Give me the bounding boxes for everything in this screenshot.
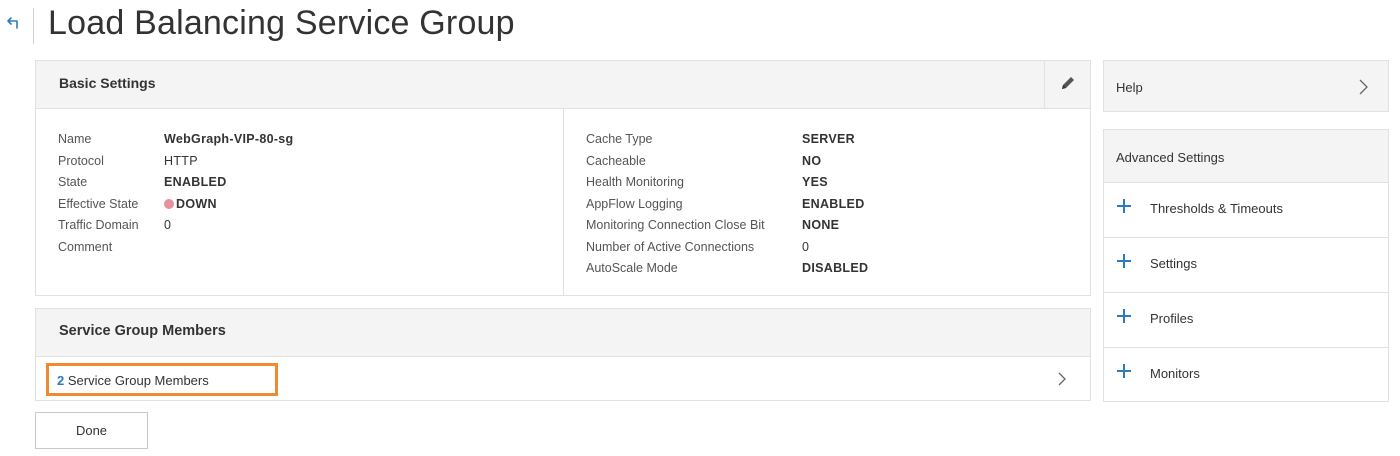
setting-key: Traffic Domain — [58, 218, 139, 232]
setting-row-traffic-domain: Traffic Domain 0 — [58, 215, 294, 237]
advanced-item-thresholds-timeouts[interactable]: Thresholds & Timeouts — [1104, 183, 1388, 238]
setting-row-active-connections: Number of Active Connections 0 — [586, 237, 868, 259]
advanced-item-label: Settings — [1150, 256, 1197, 271]
page-title: Load Balancing Service Group — [48, 4, 515, 42]
setting-value: 0 — [164, 218, 172, 232]
pencil-icon — [1059, 74, 1077, 97]
setting-row-comment: Comment — [58, 237, 294, 259]
plus-icon — [1117, 254, 1131, 268]
members-count: 2 — [57, 373, 65, 388]
setting-row-cache-type: Cache Type SERVER — [586, 129, 868, 151]
service-group-members-title: Service Group Members — [59, 323, 226, 339]
service-group-members-link[interactable]: 2 Service Group Members — [46, 363, 278, 396]
setting-value: NO — [802, 153, 822, 168]
setting-value: WebGraph-VIP-80-sg — [164, 132, 294, 146]
status-down-icon — [164, 198, 174, 209]
help-panel[interactable]: Help — [1103, 60, 1389, 112]
advanced-item-settings[interactable]: Settings — [1104, 238, 1388, 293]
setting-key: Cacheable — [586, 153, 646, 168]
setting-value: YES — [802, 175, 828, 189]
setting-row-name: Name WebGraph-VIP-80-sg — [58, 129, 294, 151]
advanced-settings-title: Advanced Settings — [1116, 150, 1225, 165]
setting-value: HTTP — [164, 153, 198, 168]
setting-value: DISABLED — [802, 261, 869, 275]
basic-settings-left-column: Name WebGraph-VIP-80-sg Protocol HTTP St… — [58, 129, 294, 258]
setting-value: ENABLED — [164, 175, 227, 189]
setting-row-state: State ENABLED — [58, 172, 294, 194]
advanced-item-label: Monitors — [1150, 366, 1200, 381]
advanced-item-label: Thresholds & Timeouts — [1150, 201, 1283, 216]
column-divider — [563, 109, 564, 296]
basic-settings-right-column: Cache Type SERVER Cacheable NO Health Mo… — [586, 129, 868, 280]
setting-key: AutoScale Mode — [586, 261, 678, 275]
setting-row-effective-state: Effective State DOWN — [58, 194, 294, 216]
setting-row-protocol: Protocol HTTP — [58, 151, 294, 173]
advanced-item-label: Profiles — [1150, 311, 1194, 326]
plus-icon — [1117, 199, 1131, 213]
setting-row-autoscale-mode: AutoScale Mode DISABLED — [586, 258, 868, 280]
page-header: Load Balancing Service Group — [0, 0, 1400, 50]
setting-key: Effective State — [58, 196, 139, 211]
header-divider — [33, 8, 34, 44]
plus-icon — [1117, 309, 1131, 323]
help-title: Help — [1116, 80, 1143, 95]
setting-key: Protocol — [58, 153, 104, 168]
setting-key: Name — [58, 132, 92, 146]
setting-value: SERVER — [802, 132, 855, 146]
setting-key: Monitoring Connection Close Bit — [586, 218, 765, 232]
service-group-members-header: Service Group Members — [36, 309, 1090, 357]
chevron-right-icon[interactable] — [1356, 76, 1372, 98]
chevron-right-icon[interactable] — [1052, 369, 1072, 389]
advanced-item-profiles[interactable]: Profiles — [1104, 293, 1388, 348]
advanced-settings-panel: Advanced Settings Thresholds & Timeouts … — [1103, 129, 1389, 402]
setting-key: Number of Active Connections — [586, 239, 755, 254]
basic-settings-title: Basic Settings — [59, 75, 156, 91]
back-arrow-icon[interactable] — [6, 16, 22, 36]
effective-state-value: DOWN — [176, 196, 217, 211]
setting-value: 0 — [802, 239, 810, 254]
setting-value-with-status: DOWN — [164, 194, 217, 216]
setting-row-monitoring-close-bit: Monitoring Connection Close Bit NONE — [586, 215, 868, 237]
setting-row-cacheable: Cacheable NO — [586, 151, 868, 173]
service-group-members-panel: Service Group Members 2 Service Group Me… — [35, 308, 1091, 401]
setting-row-appflow-logging: AppFlow Logging ENABLED — [586, 194, 868, 216]
setting-row-health-monitoring: Health Monitoring YES — [586, 172, 868, 194]
advanced-settings-header: Advanced Settings — [1104, 130, 1388, 183]
setting-key: State — [58, 175, 88, 189]
edit-button[interactable] — [1044, 61, 1090, 109]
basic-settings-header: Basic Settings — [36, 61, 1090, 109]
plus-icon — [1117, 364, 1131, 378]
setting-key: AppFlow Logging — [586, 196, 683, 211]
done-button[interactable]: Done — [35, 412, 148, 449]
setting-value: NONE — [802, 218, 840, 232]
setting-key: Health Monitoring — [586, 175, 684, 189]
setting-key: Cache Type — [586, 132, 653, 146]
setting-value: ENABLED — [802, 196, 865, 211]
members-link-label: Service Group Members — [67, 373, 209, 388]
setting-key: Comment — [58, 239, 113, 254]
advanced-item-monitors[interactable]: Monitors — [1104, 348, 1388, 403]
